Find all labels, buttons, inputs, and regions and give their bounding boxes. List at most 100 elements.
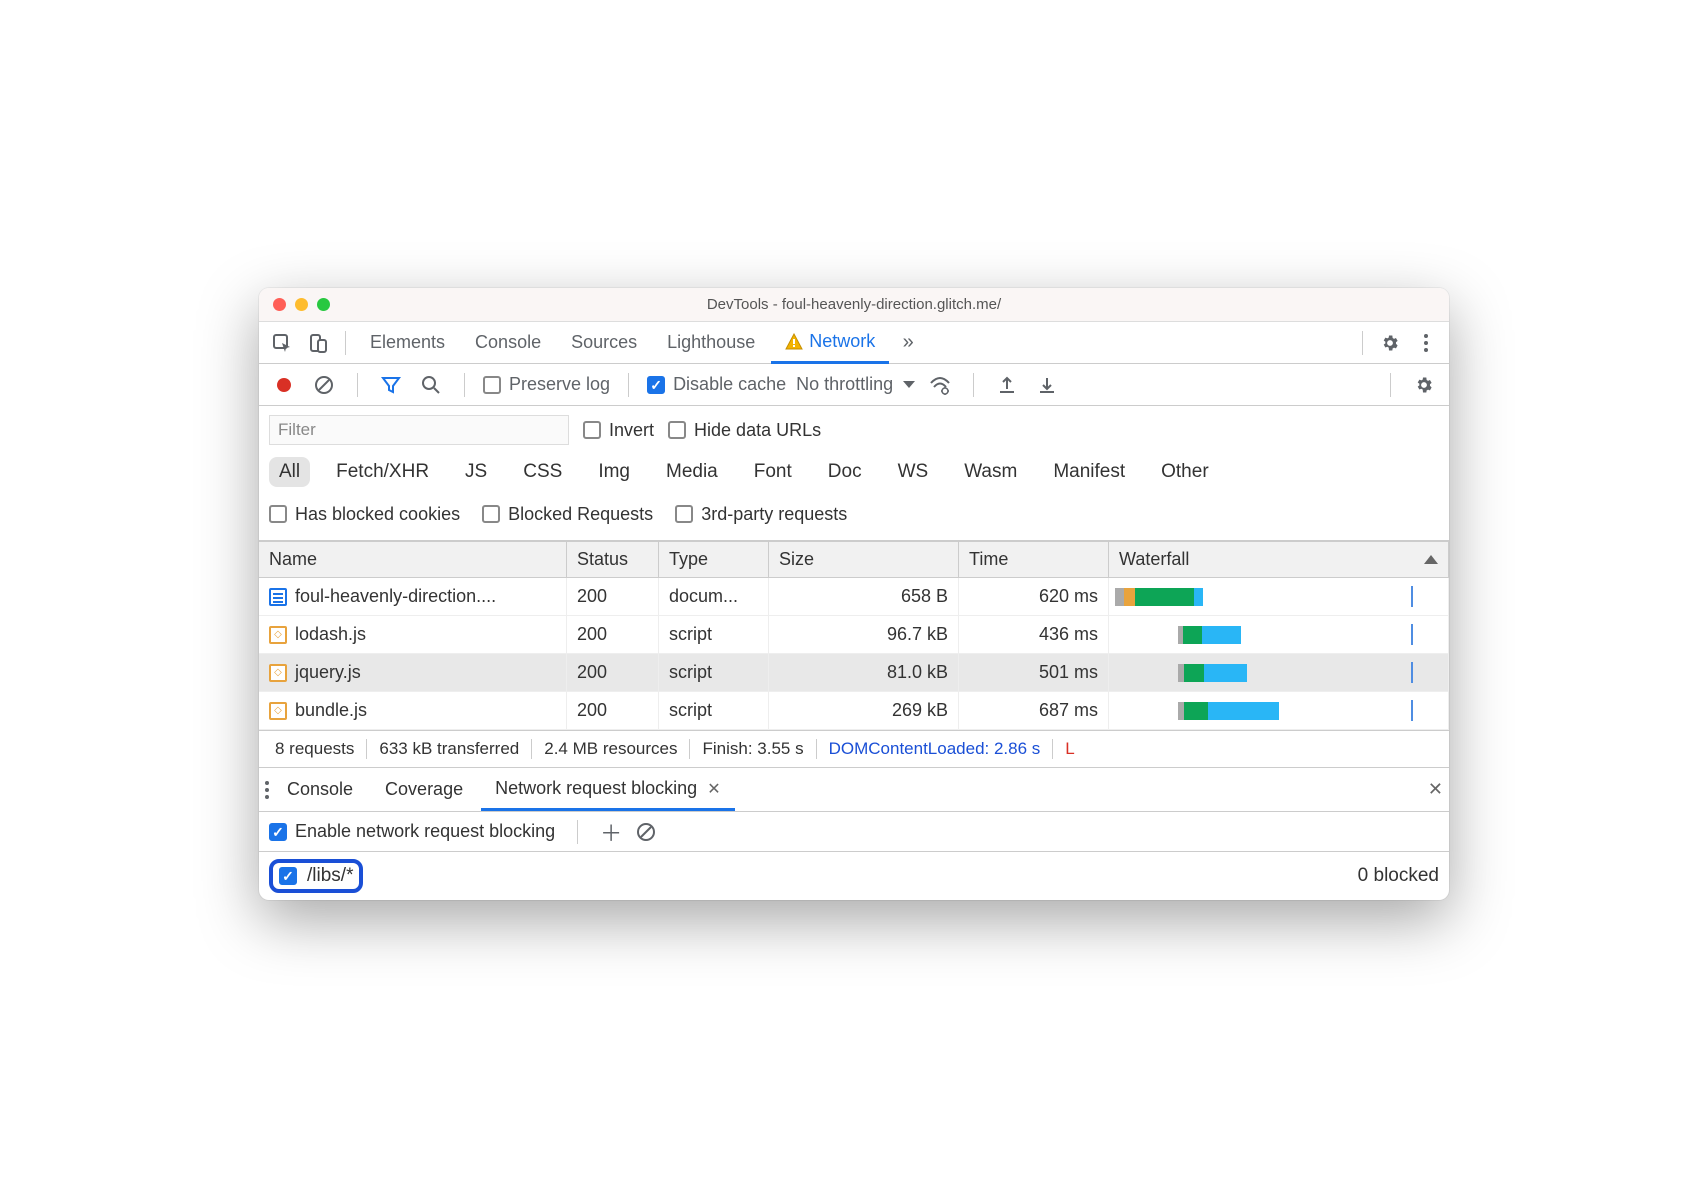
inspect-icon[interactable] <box>265 324 299 362</box>
has-blocked-cookies-checkbox[interactable]: Has blocked cookies <box>269 504 460 525</box>
third-party-checkbox[interactable]: 3rd-party requests <box>675 504 847 525</box>
warning-icon <box>785 333 803 351</box>
sort-asc-icon <box>1424 555 1438 564</box>
summary-requests: 8 requests <box>263 739 367 759</box>
col-size[interactable]: Size <box>769 542 959 577</box>
summary-transferred: 633 kB transferred <box>367 739 532 759</box>
drawer-menu-icon[interactable] <box>265 781 269 799</box>
clear-patterns-icon[interactable] <box>636 822 656 842</box>
tab-console[interactable]: Console <box>461 322 555 364</box>
col-time[interactable]: Time <box>959 542 1109 577</box>
filter-input[interactable] <box>269 415 569 445</box>
pattern-text: /libs/* <box>307 865 353 887</box>
waterfall-cell <box>1109 692 1449 729</box>
filter-type-js[interactable]: JS <box>455 457 497 487</box>
throttling-select[interactable]: No throttling <box>796 374 915 395</box>
blocked-requests-checkbox[interactable]: Blocked Requests <box>482 504 653 525</box>
tab-network[interactable]: Network <box>771 322 889 364</box>
pattern-highlight: /libs/* <box>269 859 363 893</box>
filter-type-ws[interactable]: WS <box>888 457 939 487</box>
script-icon <box>269 626 287 644</box>
col-status[interactable]: Status <box>567 542 659 577</box>
drawer-tab-blocking[interactable]: Network request blocking ✕ <box>481 769 735 811</box>
clear-icon[interactable] <box>309 370 339 400</box>
filter-type-other[interactable]: Other <box>1151 457 1219 487</box>
script-icon <box>269 664 287 682</box>
titlebar: DevTools - foul-heavenly-direction.glitc… <box>259 288 1449 322</box>
waterfall-cell <box>1109 578 1449 615</box>
summary-dcl: DOMContentLoaded: 2.86 s <box>817 739 1054 759</box>
col-name[interactable]: Name <box>259 542 567 577</box>
close-drawer-icon[interactable]: ✕ <box>1428 779 1443 800</box>
requests-table: Name Status Type Size Time Waterfall fou… <box>259 541 1449 730</box>
kebab-menu-icon[interactable] <box>1409 324 1443 362</box>
zoom-window-button[interactable] <box>317 298 330 311</box>
table-row[interactable]: jquery.js 200 script 81.0 kB 501 ms <box>259 654 1449 692</box>
divider <box>345 331 346 355</box>
summary-bar: 8 requests 633 kB transferred 2.4 MB res… <box>259 730 1449 768</box>
summary-load: L <box>1053 739 1086 759</box>
device-toggle-icon[interactable] <box>301 324 335 362</box>
devtools-window: DevTools - foul-heavenly-direction.glitc… <box>259 288 1449 900</box>
disable-cache-label: Disable cache <box>673 374 786 395</box>
filter-type-font[interactable]: Font <box>744 457 802 487</box>
network-toolbar: Preserve log Disable cache No throttling <box>259 364 1449 406</box>
table-header: Name Status Type Size Time Waterfall <box>259 541 1449 578</box>
filter-type-all[interactable]: All <box>269 457 310 487</box>
add-pattern-icon[interactable]: ＋ <box>600 816 622 848</box>
table-body: foul-heavenly-direction.... 200 docum...… <box>259 578 1449 730</box>
filter-type-doc[interactable]: Doc <box>818 457 872 487</box>
enable-blocking-checkbox[interactable]: Enable network request blocking <box>269 821 555 842</box>
disable-cache-checkbox[interactable]: Disable cache <box>647 374 786 395</box>
window-title: DevTools - foul-heavenly-direction.glitc… <box>259 296 1449 313</box>
hide-data-urls-checkbox[interactable]: Hide data URLs <box>668 420 821 441</box>
preserve-log-checkbox[interactable]: Preserve log <box>483 374 610 395</box>
filter-type-manifest[interactable]: Manifest <box>1043 457 1135 487</box>
invert-checkbox[interactable]: Invert <box>583 420 654 441</box>
export-har-icon[interactable] <box>1032 370 1062 400</box>
document-icon <box>269 588 287 606</box>
settings-icon[interactable] <box>1373 324 1407 362</box>
traffic-lights <box>273 298 330 311</box>
caret-down-icon <box>903 381 915 388</box>
table-row[interactable]: bundle.js 200 script 269 kB 687 ms <box>259 692 1449 730</box>
col-waterfall[interactable]: Waterfall <box>1109 542 1449 577</box>
close-tab-icon[interactable]: ✕ <box>707 779 720 799</box>
filter-type-css[interactable]: CSS <box>513 457 572 487</box>
filter-type-img[interactable]: Img <box>588 457 640 487</box>
tab-elements[interactable]: Elements <box>356 322 459 364</box>
import-har-icon[interactable] <box>992 370 1022 400</box>
summary-finish: Finish: 3.55 s <box>690 739 816 759</box>
network-settings-icon[interactable] <box>1409 370 1439 400</box>
waterfall-cell <box>1109 654 1449 691</box>
network-conditions-icon[interactable] <box>925 370 955 400</box>
blocking-pattern-row[interactable]: /libs/* 0 blocked <box>259 852 1449 900</box>
more-tabs-icon[interactable]: » <box>891 324 925 362</box>
drawer-tab-coverage[interactable]: Coverage <box>371 769 477 811</box>
filter-bar: Invert Hide data URLs All Fetch/XHR JS C… <box>259 406 1449 541</box>
divider <box>1362 331 1363 355</box>
record-button[interactable] <box>269 370 299 400</box>
tab-sources[interactable]: Sources <box>557 322 651 364</box>
preserve-log-label: Preserve log <box>509 374 610 395</box>
script-icon <box>269 702 287 720</box>
tab-lighthouse[interactable]: Lighthouse <box>653 322 769 364</box>
filter-type-wasm[interactable]: Wasm <box>954 457 1027 487</box>
filter-icon[interactable] <box>376 370 406 400</box>
tab-network-label: Network <box>809 331 875 352</box>
blocked-count: 0 blocked <box>1358 865 1439 887</box>
table-row[interactable]: foul-heavenly-direction.... 200 docum...… <box>259 578 1449 616</box>
filter-type-fetchxhr[interactable]: Fetch/XHR <box>326 457 439 487</box>
table-row[interactable]: lodash.js 200 script 96.7 kB 436 ms <box>259 616 1449 654</box>
drawer-tab-console[interactable]: Console <box>273 769 367 811</box>
drawer-tabbar: Console Coverage Network request blockin… <box>259 768 1449 812</box>
main-tabbar: Elements Console Sources Lighthouse Netw… <box>259 322 1449 364</box>
filter-type-media[interactable]: Media <box>656 457 728 487</box>
summary-resources: 2.4 MB resources <box>532 739 690 759</box>
col-type[interactable]: Type <box>659 542 769 577</box>
pattern-enabled-checkbox[interactable] <box>279 867 297 885</box>
drawer-toolbar: Enable network request blocking ＋ <box>259 812 1449 852</box>
close-window-button[interactable] <box>273 298 286 311</box>
search-icon[interactable] <box>416 370 446 400</box>
minimize-window-button[interactable] <box>295 298 308 311</box>
